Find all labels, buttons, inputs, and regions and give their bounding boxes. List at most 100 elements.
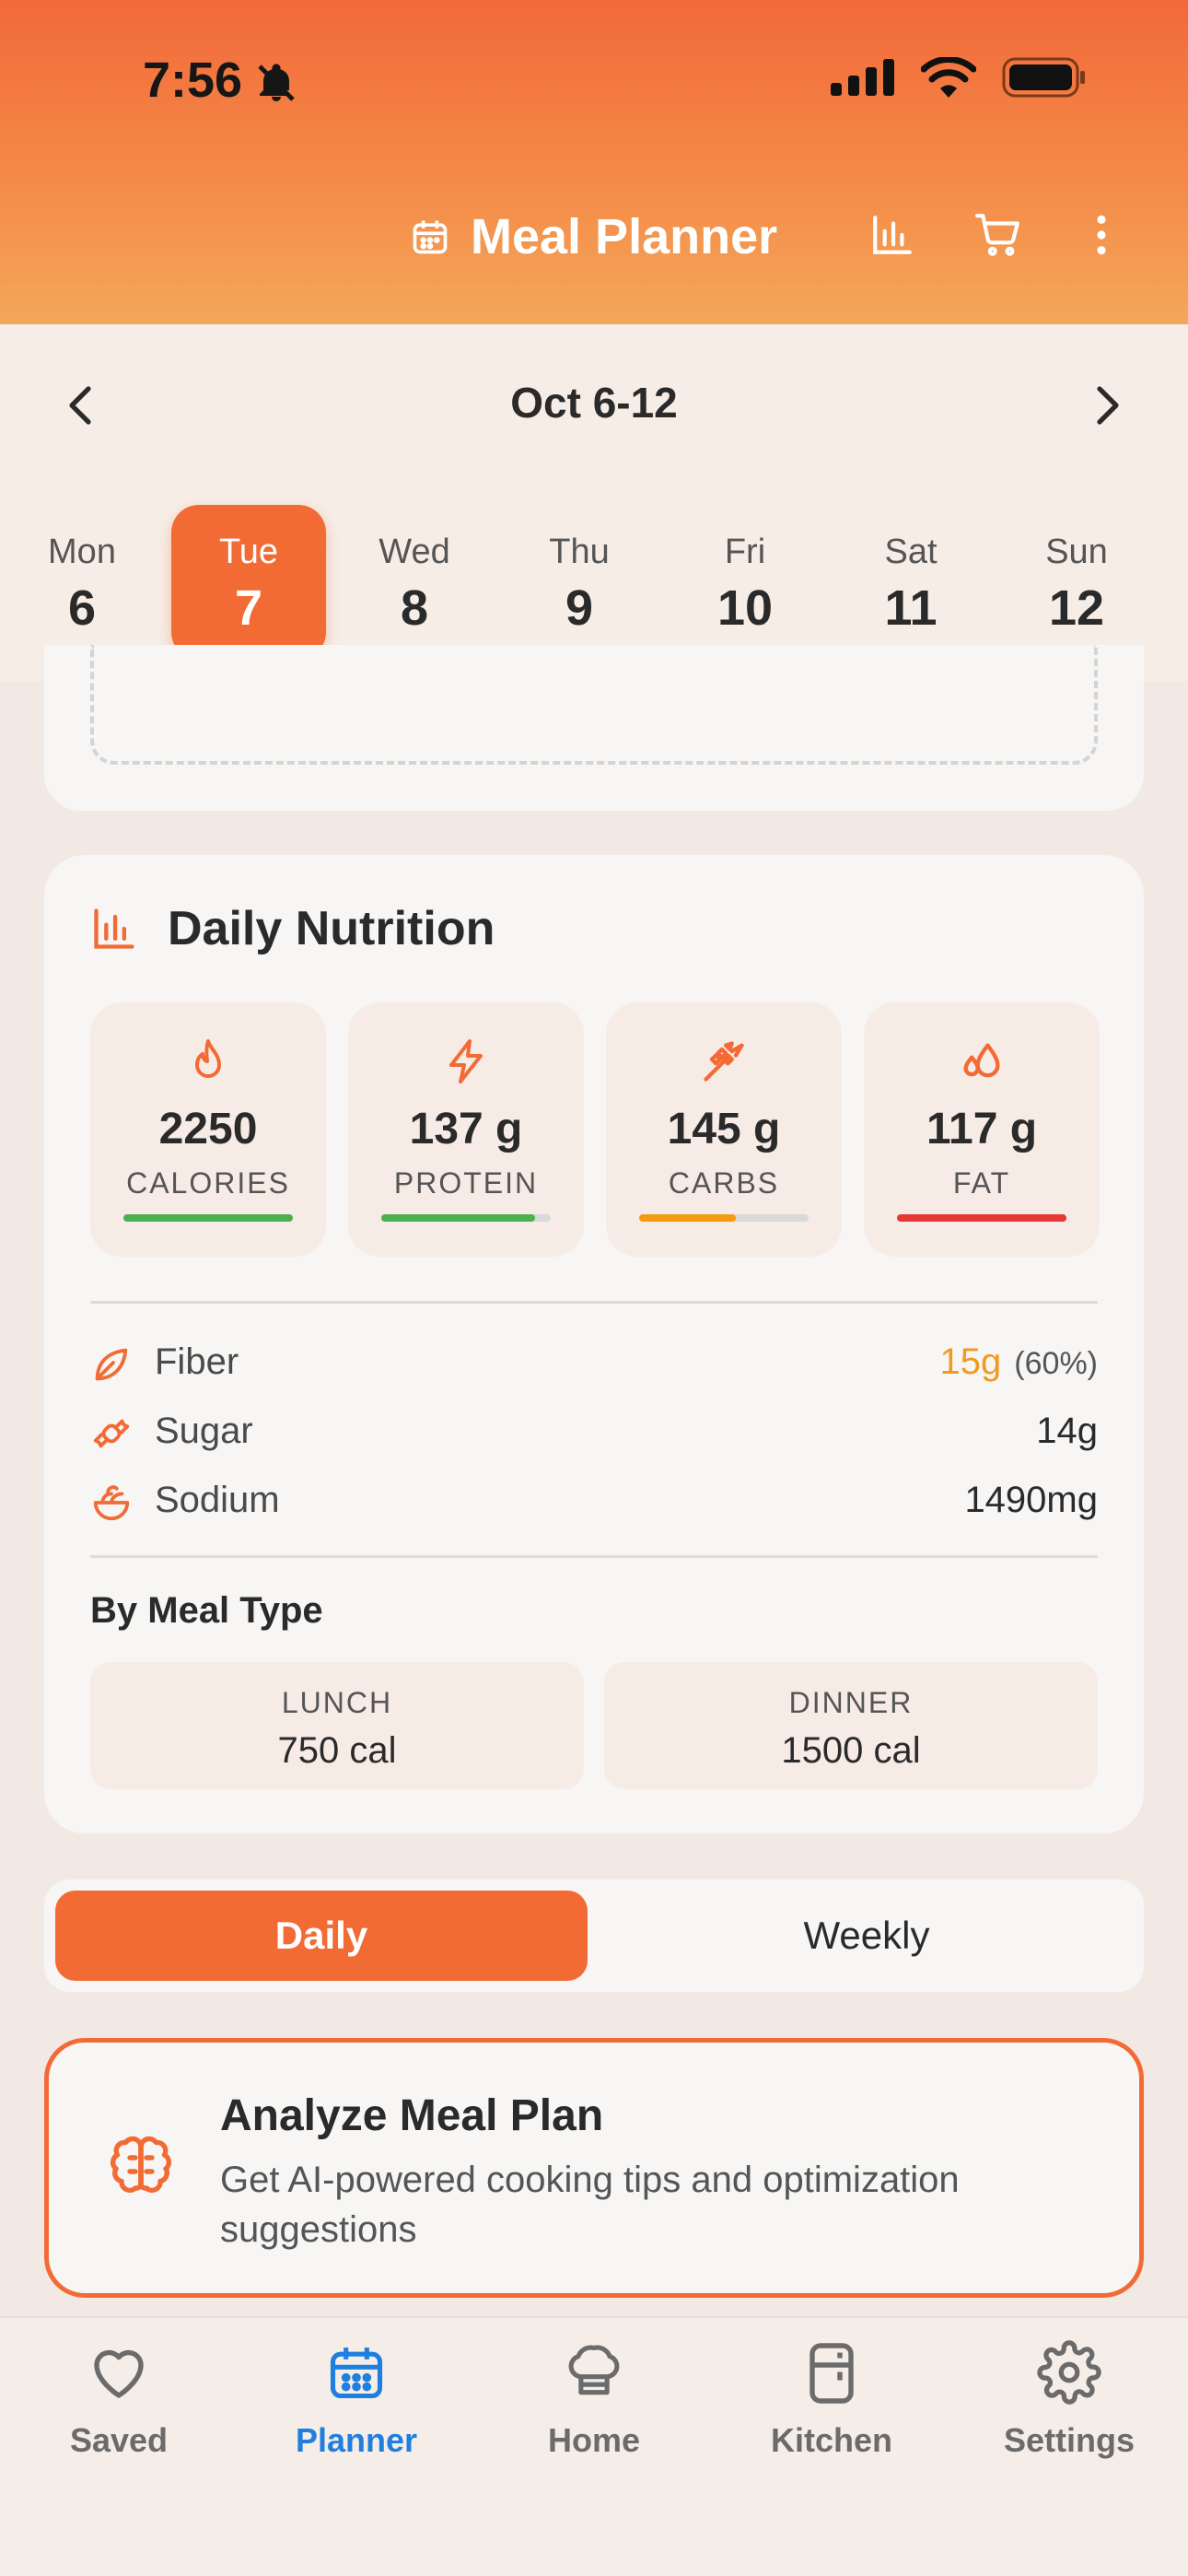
toggle-weekly[interactable]: Weekly [600, 1891, 1133, 1981]
cart-icon[interactable] [974, 212, 1022, 258]
analyze-meal-plan-card[interactable]: Analyze Meal Plan Get AI-powered cooking… [44, 2038, 1144, 2298]
macro-progress [381, 1214, 551, 1222]
day-name: Sat [884, 533, 938, 571]
week-range: Oct 6-12 [510, 379, 678, 427]
day-number: 12 [1048, 580, 1105, 636]
leaf-icon [95, 1348, 128, 1381]
tab-label: Planner [295, 2421, 418, 2459]
macro-carbs: 145 g CARBS [606, 1002, 842, 1257]
day-thu[interactable]: Thu 9 [502, 505, 657, 660]
toggle-daily[interactable]: Daily [55, 1891, 588, 1981]
day-number: 6 [67, 580, 97, 636]
brain-icon [110, 2136, 172, 2194]
status-indicators [831, 57, 1087, 98]
wheat-icon [704, 1041, 744, 1082]
meal-type-lunch: LUNCH 750 cal [90, 1662, 584, 1789]
tab-kitchen[interactable]: Kitchen [713, 2318, 950, 2502]
micro-fiber: Fiber 15g (60%) [90, 1338, 1098, 1389]
more-icon[interactable] [1085, 212, 1118, 258]
macro-value: 137 g [409, 1105, 523, 1153]
micro-name: Sodium [155, 1480, 280, 1520]
analyze-title: Analyze Meal Plan [220, 2091, 604, 2140]
nutrition-header: Daily Nutrition [90, 901, 495, 956]
calendar-icon [330, 2348, 383, 2399]
tab-label: Kitchen [770, 2421, 892, 2459]
signal-icon [831, 59, 894, 96]
macro-progress-fill [381, 1214, 536, 1222]
header-title-group: Meal Planner [410, 208, 777, 265]
day-name: Sun [1045, 533, 1108, 571]
lightning-icon [449, 1039, 483, 1083]
meal-type-label: LUNCH [281, 1686, 393, 1719]
divider [90, 1301, 1098, 1304]
macro-protein: 137 g PROTEIN [348, 1002, 584, 1257]
day-name: Wed [379, 533, 450, 571]
day-number: 9 [565, 580, 594, 636]
macro-label: CARBS [668, 1166, 780, 1200]
flame-icon [195, 1039, 221, 1078]
micro-name: Fiber [155, 1341, 239, 1382]
app-header: 7:56 Meal Planner [0, 0, 1188, 324]
fiber-amount: 15g [939, 1341, 1002, 1382]
tab-home[interactable]: Home [475, 2318, 713, 2502]
battery-icon [1002, 57, 1085, 98]
macro-progress [639, 1214, 809, 1222]
meal-type-calories: 750 cal [277, 1730, 397, 1771]
macro-progress-fill [123, 1214, 293, 1222]
macro-label: PROTEIN [393, 1166, 539, 1200]
micro-sodium: Sodium 1490mg [90, 1476, 1098, 1528]
add-meal-dropzone[interactable] [90, 645, 1098, 765]
droplets-icon [963, 1043, 1000, 1078]
macro-label: FAT [952, 1166, 1011, 1200]
tab-planner[interactable]: Planner [238, 2318, 475, 2502]
day-sat[interactable]: Sat 11 [833, 505, 988, 660]
macro-value: 117 g [926, 1105, 1038, 1153]
macro-progress-fill [639, 1214, 736, 1222]
divider [90, 1555, 1098, 1558]
day-strip: Mon 6 Tue 7 Wed 8 Thu 9 Fri 10 Sat 11 Su… [0, 505, 1188, 660]
salad-icon [93, 1485, 130, 1521]
macro-value: 145 g [667, 1105, 781, 1153]
day-number: 7 [234, 580, 263, 636]
page-title: Meal Planner [471, 209, 778, 264]
chef-hat-icon [568, 2345, 620, 2395]
heart-icon [94, 2349, 144, 2398]
day-name: Fri [724, 533, 766, 571]
status-time: 7:56 [143, 53, 243, 108]
day-wed[interactable]: Wed 8 [337, 505, 492, 660]
meal-type-dinner: DINNER 1500 cal [604, 1662, 1098, 1789]
micro-value: 15g (60%) [940, 1341, 1098, 1383]
macro-progress [123, 1214, 293, 1222]
macro-fat: 117 g FAT [864, 1002, 1100, 1257]
tab-saved[interactable]: Saved [0, 2318, 238, 2502]
bell-off-icon [258, 64, 295, 101]
micro-value: 14g [1036, 1411, 1098, 1451]
period-toggle: Daily Weekly [44, 1879, 1144, 1992]
fridge-icon [809, 2343, 854, 2404]
day-number: 8 [400, 580, 429, 636]
macro-progress [897, 1214, 1066, 1222]
day-tue[interactable]: Tue 7 [171, 505, 326, 660]
tab-label: Saved [69, 2421, 169, 2459]
tab-label: Settings [1003, 2421, 1135, 2459]
chevron-right-icon[interactable] [1094, 383, 1122, 427]
macro-label: CALORIES [126, 1166, 290, 1200]
day-name: Thu [549, 533, 610, 571]
day-sun[interactable]: Sun 12 [999, 505, 1154, 660]
wifi-icon [921, 57, 976, 98]
chart-icon[interactable] [869, 212, 915, 258]
meal-type-calories: 1500 cal [781, 1730, 921, 1771]
micro-value: 1490mg [964, 1480, 1098, 1520]
day-name: Tue [218, 533, 279, 571]
analyze-subtitle: Get AI-powered cooking tips and optimiza… [220, 2160, 960, 2250]
day-mon[interactable]: Mon 6 [5, 505, 159, 660]
chart-icon [94, 908, 134, 949]
day-number: 11 [884, 580, 938, 636]
day-fri[interactable]: Fri 10 [668, 505, 822, 660]
fiber-percent: (60%) [1014, 1346, 1098, 1381]
tab-label: Home [547, 2421, 641, 2459]
tab-settings[interactable]: Settings [950, 2318, 1188, 2502]
tab-bar: Saved Planner Home Kitchen Settings [0, 2316, 1188, 2576]
macro-progress-fill [897, 1214, 1066, 1222]
gear-icon [1037, 2340, 1101, 2405]
